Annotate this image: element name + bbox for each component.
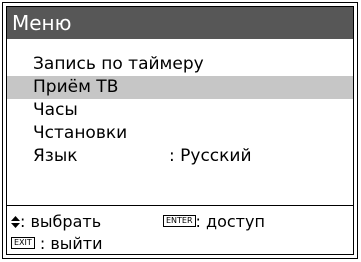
exit-hint-text: : выйти bbox=[34, 234, 103, 253]
enter-hint: ENTER: доступ bbox=[163, 211, 265, 233]
menu-item-settings[interactable]: Чстановки bbox=[7, 122, 353, 145]
menu-item-label: Чстановки bbox=[33, 123, 128, 143]
enter-key-icon: ENTER bbox=[163, 214, 196, 227]
exit-key-icon: EXIT bbox=[11, 236, 35, 249]
menu-item-clock[interactable]: Часы bbox=[7, 99, 353, 122]
menu-item-label: Приём ТВ bbox=[33, 77, 119, 97]
select-hint: : выбрать bbox=[11, 211, 101, 233]
menu-list: Запись по таймеру Приём ТВ Часы Чстановк… bbox=[7, 53, 353, 168]
menu-window: Меню Запись по таймеру Приём ТВ Часы Чст… bbox=[2, 2, 358, 259]
footer-divider bbox=[7, 205, 353, 206]
language-value: : Русский bbox=[169, 146, 252, 166]
exit-hint: EXIT : выйти bbox=[11, 233, 103, 254]
menu-item-label: Язык bbox=[33, 146, 78, 166]
up-down-arrows-icon bbox=[11, 215, 20, 229]
footer-help: : выбрать ENTER: доступ EXIT : выйти bbox=[11, 211, 351, 254]
select-hint-text: : выбрать bbox=[20, 212, 102, 231]
menu-panel: Меню Запись по таймеру Приём ТВ Часы Чст… bbox=[6, 6, 354, 255]
menu-item-label: Часы bbox=[33, 100, 78, 120]
menu-item-tv-reception[interactable]: Приём ТВ bbox=[7, 76, 353, 99]
menu-title: Меню bbox=[7, 7, 353, 39]
menu-item-timer-recording[interactable]: Запись по таймеру bbox=[7, 53, 353, 76]
menu-item-label: Запись по таймеру bbox=[33, 54, 204, 74]
menu-item-language[interactable]: Язык : Русский bbox=[7, 145, 353, 168]
enter-hint-text: : доступ bbox=[195, 212, 265, 231]
